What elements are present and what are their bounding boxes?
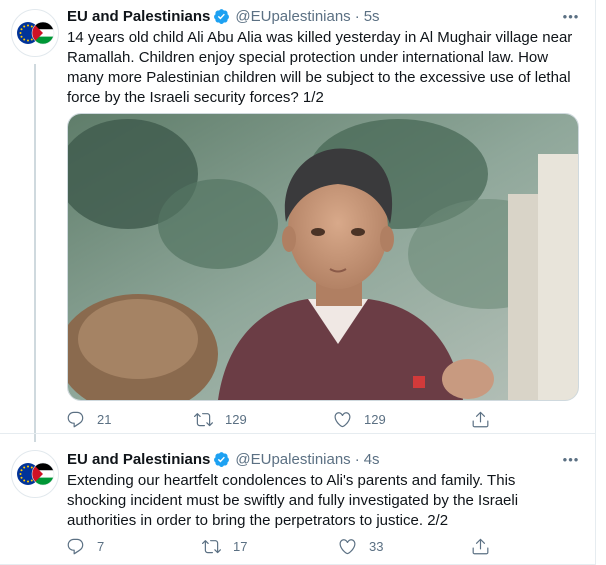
tweet-text: Extending our heartfelt condolences to A… bbox=[67, 472, 519, 529]
reply-icon bbox=[67, 411, 84, 428]
author-handle[interactable]: @EUpalestinians bbox=[235, 451, 350, 468]
share-icon bbox=[472, 538, 489, 555]
tweet-header: EU and Palestinians @EUpalestinians · 4s bbox=[67, 449, 380, 469]
separator-dot: · bbox=[354, 450, 360, 468]
tweet-actions: 21 129 129 bbox=[62, 410, 502, 432]
retweet-count: 129 bbox=[225, 412, 247, 427]
reply-count: 7 bbox=[97, 539, 105, 554]
timeline-border bbox=[595, 0, 596, 565]
tweet-timestamp[interactable]: 5s bbox=[364, 8, 380, 25]
tweet-1[interactable]: EU and Palestinians @EUpalestinians · 5s… bbox=[0, 0, 595, 433]
more-icon[interactable]: ••• bbox=[561, 6, 581, 26]
tweet-2[interactable]: EU and Palestinians @EUpalestinians · 4s… bbox=[0, 434, 595, 564]
tweet-header: EU and Palestinians @EUpalestinians · 5s bbox=[67, 6, 380, 26]
tweet-timestamp[interactable]: 4s bbox=[364, 451, 380, 468]
like-count: 129 bbox=[364, 412, 386, 427]
more-icon[interactable]: ••• bbox=[561, 449, 581, 469]
share-icon bbox=[472, 411, 489, 428]
author-handle[interactable]: @EUpalestinians bbox=[235, 8, 350, 25]
retweet-button[interactable]: 129 bbox=[194, 410, 247, 429]
like-count: 33 bbox=[369, 539, 384, 554]
retweet-button[interactable]: 17 bbox=[202, 537, 247, 556]
like-button[interactable]: 33 bbox=[338, 537, 383, 556]
tweet-actions: 7 17 33 bbox=[62, 537, 502, 559]
like-button[interactable]: 129 bbox=[333, 410, 386, 429]
eu-palestine-flags-logo bbox=[12, 10, 58, 56]
author-name[interactable]: EU and Palestinians bbox=[67, 8, 210, 25]
retweet-icon bbox=[194, 413, 213, 427]
like-icon bbox=[339, 539, 356, 555]
retweet-icon bbox=[202, 540, 221, 554]
separator-dot: · bbox=[354, 7, 360, 25]
eu-palestine-flags-logo bbox=[12, 451, 58, 497]
share-button[interactable] bbox=[471, 410, 502, 429]
retweet-count: 17 bbox=[233, 539, 248, 554]
tweet-photo[interactable] bbox=[67, 113, 579, 401]
reply-icon bbox=[67, 538, 84, 555]
avatar[interactable] bbox=[11, 9, 59, 57]
avatar[interactable] bbox=[11, 450, 59, 498]
tweet-text: 14 years old child Ali Abu Alia was kill… bbox=[67, 29, 573, 106]
verified-icon bbox=[214, 451, 230, 467]
share-button[interactable] bbox=[471, 537, 502, 556]
author-name[interactable]: EU and Palestinians bbox=[67, 451, 210, 468]
reply-button[interactable]: 21 bbox=[66, 410, 111, 429]
reply-button[interactable]: 7 bbox=[66, 537, 104, 556]
photo-of-child bbox=[68, 114, 578, 400]
like-icon bbox=[334, 412, 351, 428]
reply-count: 21 bbox=[97, 412, 112, 427]
verified-icon bbox=[214, 8, 230, 24]
